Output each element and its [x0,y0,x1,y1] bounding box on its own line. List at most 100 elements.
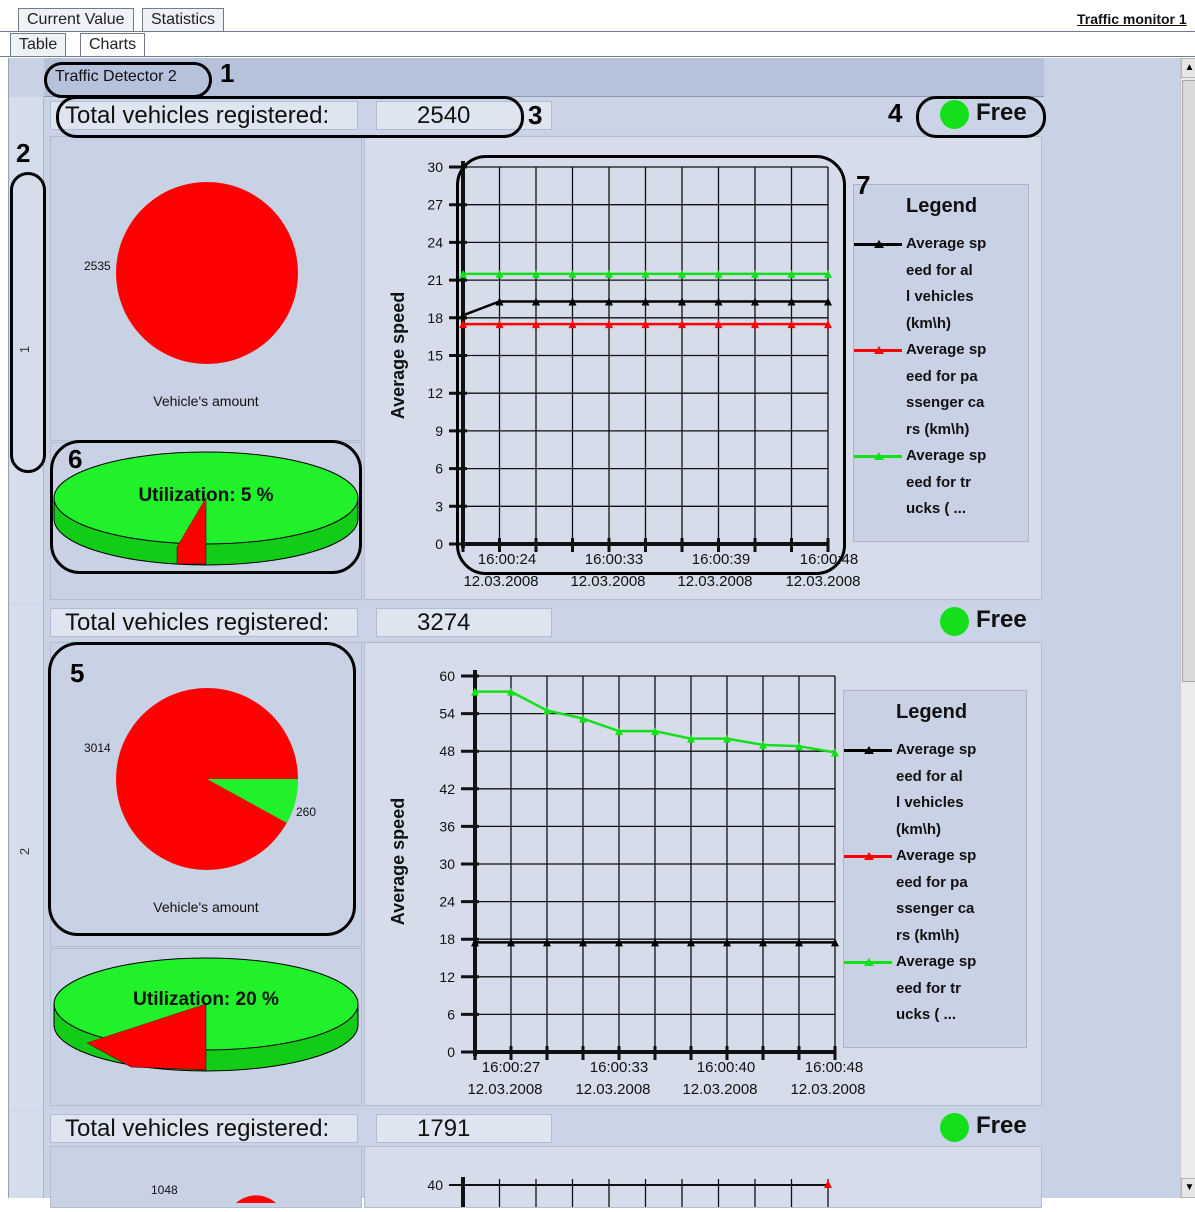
callout-number: 4 [888,98,903,128]
y-tick-label: 30 [439,856,455,872]
vehicle-amount-cell: 2535 Vehicle's amount [50,136,362,441]
tab-statistics[interactable]: Statistics [142,8,225,31]
legend-entry-text: l vehicles [906,288,974,305]
tab-strip: Current Value Statistics Table Charts Tr… [0,0,1195,58]
status-indicator-icon [940,607,969,636]
y-tick-label: 54 [439,706,455,722]
speed-chart-cell: 40 [364,1146,1042,1208]
legend-entry-text: eed for al [896,767,963,785]
legend-entry-text: Average sp [906,447,987,464]
scroll-thumb[interactable] [1182,80,1195,682]
tab-divider [0,56,1195,57]
legend-entry-text: eed for tr [896,979,962,997]
y-tick-label: 0 [435,536,443,552]
legend-entry-text: Average sp [896,741,977,758]
y-tick-label: 24 [439,894,455,910]
callout-number: 6 [68,444,83,474]
status-text: Free [976,606,1027,633]
legend-entry-text: rs (km\h) [896,926,960,944]
y-tick-label: 9 [435,423,443,439]
legend-marker-icon [874,240,884,248]
legend-entry-text: l vehicles [896,794,964,811]
legend-entry-text: ucks ( ... [906,500,967,517]
x-tick-label: 12.03.2008 [682,1081,757,1098]
legend-swatch [844,958,892,966]
y-tick-label: 21 [427,272,443,288]
y-tick-label: 24 [427,234,443,250]
legend-entry-text: eed for tr [906,473,972,491]
callout-outline [50,440,362,574]
x-tick-label: 12.03.2008 [463,573,538,590]
total-vehicles-label: Total vehicles registered: [50,608,358,637]
x-tick-label: 12.03.2008 [467,1081,542,1098]
callout-number: 1 [220,58,235,88]
y-tick-label: 48 [439,743,455,759]
speed-line-chart: 40 [427,1177,832,1207]
row-label-3[interactable] [9,1111,44,1198]
callout-outline [10,172,46,473]
x-tick-label: 16:00:40 [697,1059,755,1076]
legend-entry-text: (km\h) [896,820,941,838]
callout-outline [44,62,212,98]
legend-marker-icon [864,958,874,966]
scroll-down-icon[interactable]: ▼ [1181,1178,1195,1198]
total-vehicles-label: Total vehicles registered: [50,1114,358,1143]
legend-swatch [844,852,892,860]
legend-marker-icon [864,746,874,754]
tab-table[interactable]: Table [10,33,67,56]
section-header: Total vehicles registered: 3274 Free [44,604,1044,640]
utilization-pie [53,957,359,1072]
pie-slice [236,1195,276,1203]
legend-entry-text: eed for al [906,261,973,279]
x-tick-label: 12.03.2008 [785,573,860,590]
y-tick-label: 12 [439,969,455,985]
legend-swatch [844,746,892,754]
legend-swatch [854,346,902,354]
legend-entry-text: Average sp [906,341,987,358]
total-vehicles-value: 3274 [376,608,552,637]
y-tick-label: 30 [427,159,443,175]
y-tick-label: 60 [439,668,455,684]
y-tick-label: 18 [427,310,443,326]
vertical-scrollbar[interactable]: ▲ ▼ [1180,58,1195,1198]
status-indicator-icon [940,1113,969,1142]
callout-outline [456,155,846,575]
legend-entry-text: Average sp [906,235,987,252]
legend-marker-icon [864,852,874,860]
legend-entry-text: (km\h) [906,314,951,332]
callout-number: 5 [70,658,85,688]
y-tick-label: 3 [435,498,443,514]
legend-entry-text: Average sp [896,953,977,970]
y-tick-label: 36 [439,818,455,834]
status-text: Free [976,1112,1027,1139]
speed-chart-cell: Average speed 0 6 12 18 24 30 36 42 48 54 60 16:00:… [364,642,1042,1106]
legend-title: Legend [896,701,968,723]
section-header: Total vehicles registered: 1791 Free [44,1110,1044,1146]
tab-current-value[interactable]: Current Value [18,8,134,31]
scroll-up-icon[interactable]: ▲ [1181,58,1195,78]
tab-charts[interactable]: Charts [80,33,146,56]
legend-marker-icon [874,346,884,354]
legend-marker-icon [874,452,884,460]
legend-entry-text: ssenger ca [896,900,975,917]
x-tick-label: 12.03.2008 [570,573,645,590]
y-tick-label: 6 [447,1006,455,1022]
chart-legend: Legend Average sp eed for al l vehicles (k… [853,184,1029,542]
legend-swatch [854,452,902,460]
callout-outline [56,96,524,138]
callout-outline [48,642,356,936]
legend-entry-text: ucks ( ... [896,1006,957,1023]
y-tick-label: 0 [447,1044,455,1060]
window-link[interactable]: Traffic monitor 1 [1077,11,1195,27]
callout-number: 7 [856,170,871,200]
legend-entry-text: eed for pa [906,367,978,385]
legend-title: Legend [906,195,978,217]
row-label-2[interactable]: 2 [9,604,44,1110]
vehicle-amount-cell: 1048 [50,1146,362,1208]
pie-slice [116,182,298,364]
tab-divider [0,31,1195,32]
y-tick-label: 15 [427,348,443,364]
chart-legend: Legend Average sp eed for al l vehicles (k… [843,690,1027,1048]
x-tick-label: 12.03.2008 [790,1081,865,1098]
pie-value-label: 1048 [151,1183,178,1197]
